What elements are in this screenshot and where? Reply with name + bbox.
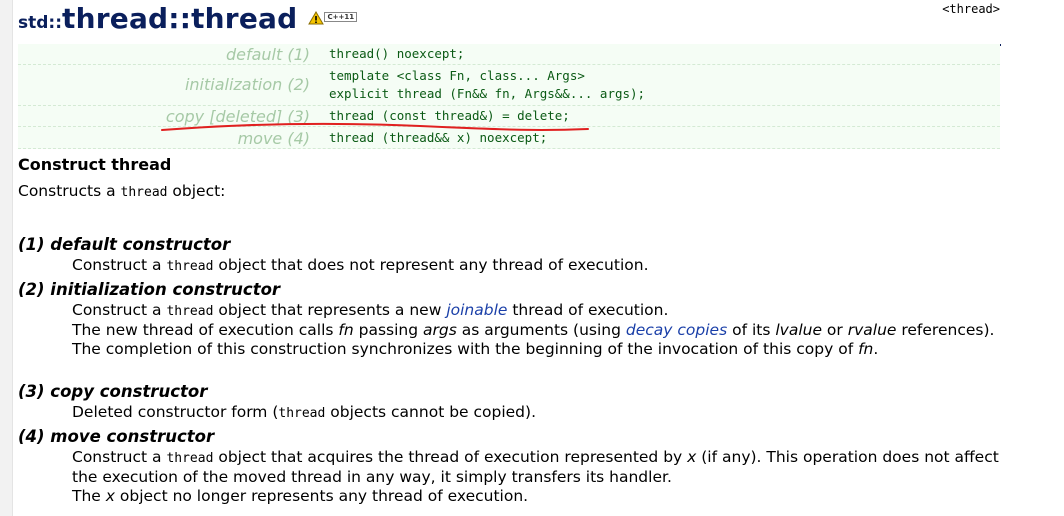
inline-code: thread	[166, 259, 214, 274]
class-name-link[interactable]: thread	[62, 2, 168, 35]
term-default-constructor: (1) default constructor	[18, 235, 231, 254]
page-title: std::thread::thread C++11	[18, 2, 358, 35]
signature-label: default (1)	[225, 45, 310, 64]
signature-row-default: default (1) thread() noexcept;	[18, 44, 1000, 65]
inline-code: thread	[278, 406, 326, 421]
signature-row-move: move (4) thread (thread&& x) noexcept;	[18, 127, 1000, 149]
joinable-link[interactable]: joinable	[446, 301, 507, 319]
warning-icon	[308, 10, 325, 29]
decay-copies-link[interactable]: decay copies	[626, 321, 727, 339]
desc-copy-constructor: Deleted constructor form (thread objects…	[72, 403, 536, 421]
title-bar: std::thread::thread C++11	[18, 2, 1001, 46]
namespace-link[interactable]: std	[18, 13, 48, 33]
signature-label: initialization (2)	[184, 75, 310, 94]
signature-code: thread (thread&& x) noexcept;	[329, 130, 548, 145]
desc-move-constructor: Construct a thread object that acquires …	[72, 448, 999, 505]
desc-initialization-constructor: Construct a thread object that represent…	[72, 301, 995, 358]
signature-row-initialization: initialization (2) template <class Fn, c…	[18, 65, 1000, 106]
member-name: thread	[191, 2, 298, 35]
term-copy-constructor: (3) copy constructor	[18, 382, 208, 401]
signature-label: copy [deleted] (3)	[165, 107, 310, 126]
inline-code: thread	[166, 304, 214, 319]
section-title: Construct thread	[18, 155, 172, 174]
inline-code: thread	[166, 451, 214, 466]
term-move-constructor: (4) move constructor	[18, 427, 215, 446]
term-initialization-constructor: (2) initialization constructor	[18, 280, 281, 299]
signature-code: thread() noexcept;	[329, 46, 465, 61]
inline-code: thread	[120, 185, 168, 200]
left-margin-bar	[0, 0, 13, 516]
desc-default-constructor: Construct a thread object that does not …	[72, 256, 649, 274]
cpp11-badge: C++11	[324, 12, 358, 22]
header-reference-link[interactable]: <thread>	[942, 2, 1000, 16]
signature-code: template <class Fn, class... Args> expli…	[329, 68, 646, 101]
signature-row-copy-deleted: copy [deleted] (3) thread (const thread&…	[18, 106, 1000, 127]
scope-separator-2: ::	[168, 2, 192, 35]
signature-label: move (4)	[237, 129, 310, 148]
signature-code: thread (const thread&) = delete;	[329, 108, 570, 123]
scope-separator: ::	[48, 13, 63, 33]
intro-paragraph: Constructs a thread object:	[18, 182, 226, 200]
